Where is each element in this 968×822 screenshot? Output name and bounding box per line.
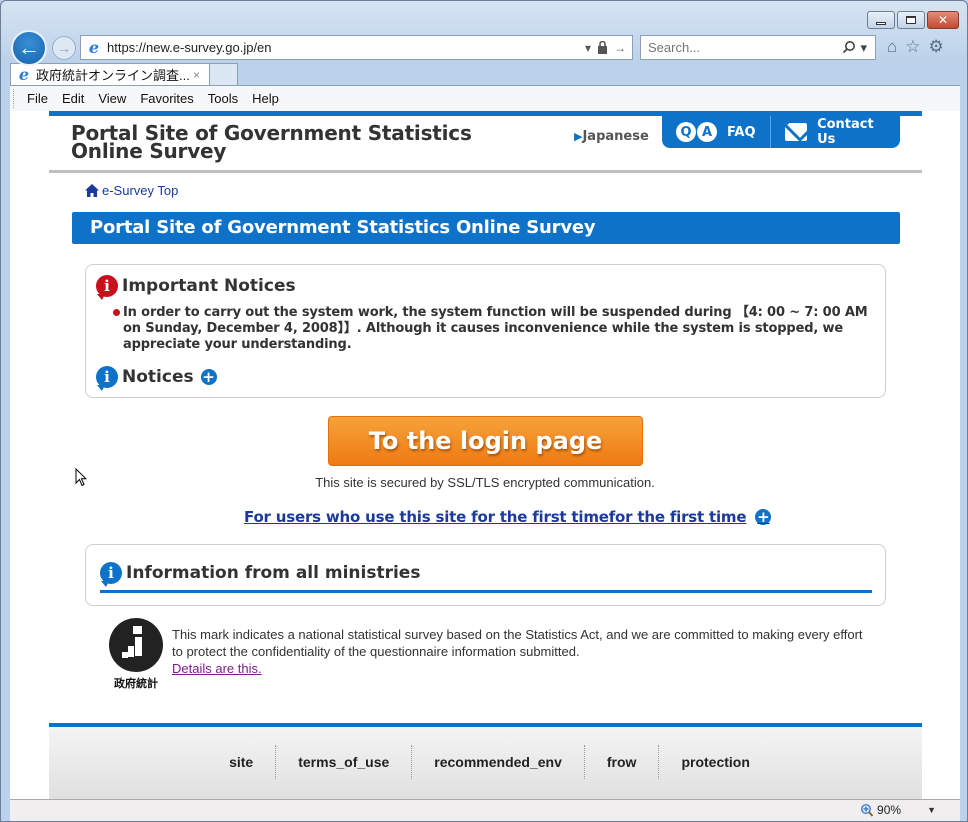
ministries-info-title: Information from all ministries (126, 563, 421, 583)
menu-favorites[interactable]: Favorites (140, 91, 193, 106)
search-icon[interactable] (842, 40, 856, 54)
address-tools: ▾ → (585, 41, 632, 55)
breadcrumb[interactable]: e-Survey Top (85, 183, 178, 198)
footer-link-site[interactable]: site (207, 745, 275, 779)
footer-link-protection[interactable]: protection (658, 745, 771, 779)
government-statistics-mark: 政府統計 (108, 618, 164, 691)
zoom-control[interactable]: 90% ▼ (861, 803, 936, 817)
search-input[interactable] (648, 40, 843, 55)
envelope-icon (784, 123, 808, 141)
important-notices-heading: i Important Notices (96, 275, 296, 300)
mark-label: 政府統計 (114, 677, 158, 690)
page-title-banner: Portal Site of Government Statistics Onl… (72, 212, 900, 244)
important-info-icon: i (96, 275, 118, 300)
bullet-dot-icon (113, 309, 120, 316)
address-bar[interactable]: e https://new.e-survey.go.jp/en ▾ → (80, 35, 633, 60)
address-dropdown-icon[interactable]: ▾ (585, 41, 591, 55)
minimize-icon (876, 21, 886, 25)
statistics-mark-logo-icon (109, 618, 163, 672)
home-icon (85, 184, 99, 197)
notices-heading[interactable]: i Notices + (96, 366, 217, 391)
search-dropdown-icon[interactable]: ▾ (860, 40, 867, 56)
back-arrow-icon: ← (18, 35, 40, 60)
close-window-button[interactable]: ✕ (927, 11, 959, 29)
ministries-info-panel: i Information from all ministries (85, 544, 886, 606)
favorites-star-icon[interactable]: ☆ (905, 37, 920, 57)
faq-button[interactable]: QA FAQ (662, 116, 770, 148)
close-icon: ✕ (937, 13, 949, 27)
zoom-dropdown-icon[interactable]: ▼ (927, 805, 936, 815)
forward-arrow-icon: → (57, 40, 71, 56)
details-link[interactable]: Details are this. (172, 661, 262, 676)
expand-plus-icon[interactable]: + (755, 509, 772, 525)
contact-us-button[interactable]: Contact Us (769, 116, 900, 148)
header-button-group: QA FAQ Contact Us (662, 116, 900, 148)
zoom-magnifier-icon (861, 803, 874, 817)
browser-tab-active[interactable]: e 政府統計オンライン調査... × (10, 63, 210, 85)
zoom-level-value: 90% (877, 803, 902, 817)
japanese-label: Japanese (582, 129, 649, 144)
ministries-info-heading: i Information from all ministries (100, 562, 421, 587)
menu-tools[interactable]: Tools (208, 91, 238, 106)
important-notices-panel: i Important Notices In order to carry ou… (85, 264, 886, 398)
footer-links: site terms_of_use recommended_env frow p… (49, 745, 922, 779)
menu-edit[interactable]: Edit (62, 91, 84, 106)
important-notice-text: In order to carry out the system work, t… (123, 305, 868, 352)
mark-description: This mark indicates a national statistic… (172, 626, 872, 677)
info-icon: i (100, 562, 122, 587)
login-page-button[interactable]: To the login page (328, 416, 643, 466)
browser-toolbar-icons: ⌂ ☆ ⚙ (887, 37, 944, 57)
japanese-language-link[interactable]: ▶Japanese (574, 129, 649, 144)
notices-title: Notices (122, 367, 194, 387)
menu-help[interactable]: Help (252, 91, 279, 106)
first-time-users-label[interactable]: For users who use this site for the firs… (244, 508, 747, 526)
maximize-icon (906, 16, 916, 24)
qa-bubble-icon: QA (676, 122, 717, 142)
important-notice-item: In order to carry out the system work, t… (113, 305, 868, 353)
footer-link-recommended-env[interactable]: recommended_env (411, 745, 584, 779)
search-tools: ▾ (842, 40, 875, 56)
menu-file[interactable]: File (27, 91, 48, 106)
first-time-users-link[interactable]: For users who use this site for the firs… (244, 508, 772, 526)
mouse-cursor-icon (75, 468, 87, 487)
minimize-button[interactable] (867, 11, 895, 29)
back-button[interactable]: ← (11, 30, 47, 66)
important-notices-title: Important Notices (122, 276, 296, 296)
settings-gear-icon[interactable]: ⚙ (929, 37, 944, 57)
address-url[interactable]: https://new.e-survey.go.jp/en (107, 40, 585, 55)
mark-description-text: This mark indicates a national statistic… (172, 627, 863, 659)
page-viewport: Portal Site of Government Statistics Onl… (10, 111, 960, 799)
home-icon[interactable]: ⌂ (887, 37, 897, 57)
q-glyph: Q (676, 122, 696, 142)
expand-plus-icon[interactable]: + (200, 369, 217, 385)
heading-underline (100, 590, 872, 593)
maximize-button[interactable] (897, 11, 925, 29)
info-icon: i (96, 366, 118, 391)
a-glyph: A (697, 122, 717, 142)
go-arrow-icon[interactable]: → (614, 41, 626, 55)
window-caption-buttons: ✕ (867, 11, 959, 29)
faq-label: FAQ (727, 124, 756, 140)
browser-window: ✕ ← → e https://new.e-survey.go.jp/en ▾ … (0, 0, 968, 822)
site-title[interactable]: Portal Site of Government Statistics Onl… (71, 123, 541, 161)
ie-page-icon: e (88, 37, 100, 57)
tab-close-icon[interactable]: × (193, 68, 209, 82)
forward-button[interactable]: → (52, 36, 76, 60)
lock-icon[interactable] (597, 41, 608, 54)
footer-link-terms-of-use[interactable]: terms_of_use (275, 745, 411, 779)
breadcrumb-e-survey-top[interactable]: e-Survey Top (102, 183, 178, 198)
menu-bar: File Edit View Favorites Tools Help (10, 85, 960, 111)
new-tab-button[interactable] (210, 63, 238, 85)
ssl-notice: This site is secured by SSL/TLS encrypte… (315, 475, 655, 490)
tab-title: 政府統計オンライン調査... (36, 68, 190, 83)
status-bar: 90% ▼ (10, 799, 960, 821)
tab-favicon-icon: e (18, 64, 30, 84)
search-box[interactable]: ▾ (640, 35, 876, 60)
menu-view[interactable]: View (98, 91, 126, 106)
site-header: Portal Site of Government Statistics Onl… (49, 111, 922, 170)
site-footer: site terms_of_use recommended_env frow p… (49, 723, 922, 799)
footer-link-frow[interactable]: frow (583, 745, 659, 779)
contact-us-label: Contact Us (817, 117, 874, 147)
